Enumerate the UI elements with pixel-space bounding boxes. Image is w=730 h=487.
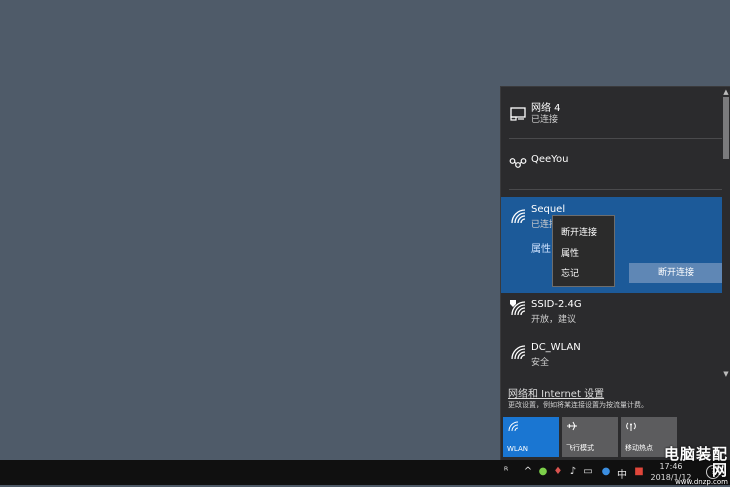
- menu-item-properties[interactable]: 属性: [561, 246, 579, 259]
- network-tray-icon[interactable]: ▭: [582, 466, 594, 478]
- app-tray-icon[interactable]: ♦: [552, 466, 564, 478]
- network-status: 开放，建议: [531, 315, 577, 325]
- bluetooth-icon[interactable]: ●: [600, 466, 612, 478]
- people-icon[interactable]: ᴿ: [500, 466, 512, 478]
- network-item-ssid-2-4g[interactable]: SSID-2.4G 开放，建议: [501, 293, 723, 338]
- airplane-icon: [567, 421, 577, 431]
- network-status: 安全: [531, 358, 550, 368]
- scroll-up-arrow-icon[interactable]: ▲: [722, 87, 730, 97]
- taskbar-clock[interactable]: 17:46 2018/1/12: [650, 461, 692, 483]
- quick-action-label: 移动热点: [625, 444, 653, 452]
- wifi-icon: [511, 345, 526, 360]
- network-item-dc-wlan[interactable]: DC_WLAN 安全: [501, 337, 723, 377]
- chevron-up-icon[interactable]: ^: [522, 466, 534, 478]
- wifi-icon: [511, 209, 526, 224]
- disconnect-button[interactable]: 断开连接: [629, 263, 723, 283]
- hotspot-icon: [626, 422, 636, 431]
- network-item-ethernet[interactable]: 网络 4 已连接: [501, 87, 723, 137]
- network-list-scrollbar[interactable]: ▲ ▼: [722, 87, 730, 379]
- network-name: SSID-2.4G: [531, 299, 582, 310]
- divider: [509, 189, 723, 190]
- wifi-unsecured-icon: [510, 300, 526, 316]
- network-status: 已连接: [531, 115, 559, 125]
- ethernet-monitor-icon: [510, 107, 526, 121]
- vpn-nodes-icon: [509, 158, 527, 168]
- menu-item-disconnect[interactable]: 断开连接: [561, 225, 597, 238]
- network-name: QeeYou: [531, 154, 569, 165]
- network-context-menu: 断开连接 属性 忘记: [552, 215, 615, 287]
- quick-action-label: WLAN: [507, 445, 529, 453]
- network-name: Sequel: [531, 204, 566, 215]
- scroll-down-arrow-icon[interactable]: ▼: [722, 369, 730, 379]
- quick-action-airplane-mode[interactable]: 飞行模式: [562, 417, 618, 457]
- network-settings-link[interactable]: 网络和 Internet 设置: [508, 385, 604, 400]
- network-flyout: 网络 4 已连接 QeeYou Sequel 已连接 属性 断开连接 SSID-…: [500, 86, 730, 460]
- quick-action-wlan[interactable]: WLAN: [503, 417, 559, 457]
- speaker-icon[interactable]: ♪: [567, 466, 579, 478]
- scroll-thumb[interactable]: [723, 97, 729, 159]
- sogou-icon[interactable]: ■: [633, 466, 645, 478]
- network-item-qeeyou[interactable]: QeeYou: [501, 139, 723, 189]
- clock-time: 17:46: [659, 462, 683, 471]
- clock-date: 2018/1/12: [650, 473, 692, 482]
- quick-action-label: 飞行模式: [566, 444, 594, 452]
- properties-link[interactable]: 属性: [531, 240, 551, 255]
- wifi-icon: [508, 421, 519, 432]
- quick-action-mobile-hotspot[interactable]: 移动热点: [621, 417, 677, 457]
- input-method-indicator[interactable]: 中: [617, 466, 627, 481]
- taskbar: ᴿ ^ ● ♦ ♪ ▭ ● 中 ■ 17:46 2018/1/12 ?: [0, 460, 730, 485]
- menu-item-forget[interactable]: 忘记: [561, 266, 579, 279]
- wechat-icon[interactable]: ●: [537, 466, 549, 478]
- network-name: DC_WLAN: [531, 342, 581, 353]
- action-center-icon[interactable]: ?: [706, 465, 720, 479]
- network-settings-description: 更改设置，例如将某连接设置为按流量计费。: [508, 401, 648, 409]
